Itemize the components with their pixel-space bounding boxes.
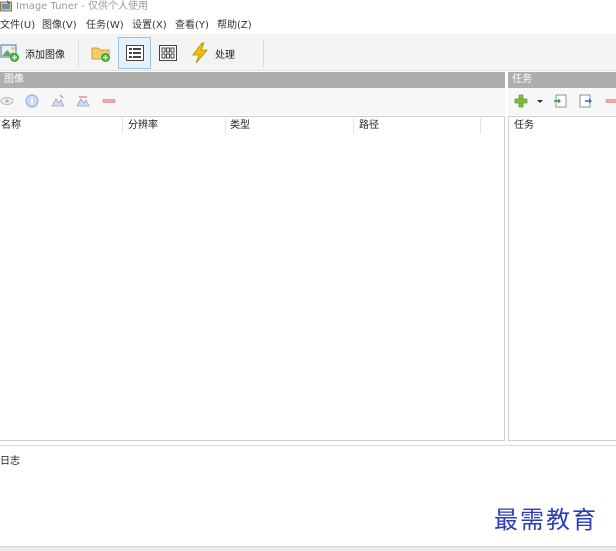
column-header-resolution[interactable]: 分辨率 xyxy=(128,117,158,135)
thumbnail-view-icon xyxy=(159,45,177,61)
app-icon xyxy=(0,0,12,12)
export-task-icon[interactable] xyxy=(579,94,593,108)
process-button[interactable]: 处理 xyxy=(190,37,250,69)
column-header-name[interactable]: 名称 xyxy=(1,117,21,135)
menu-help[interactable]: 帮助(Z) xyxy=(217,19,252,33)
import-task-icon[interactable] xyxy=(553,94,567,108)
info-icon[interactable] xyxy=(25,94,39,108)
column-header-type[interactable]: 类型 xyxy=(230,117,250,135)
column-header-path[interactable]: 路径 xyxy=(359,117,379,135)
menu-image[interactable]: 图像(V) xyxy=(42,19,77,33)
add-images-button[interactable]: 添加图像 xyxy=(0,37,70,69)
menu-file[interactable]: 文件(U) xyxy=(0,19,35,33)
images-panel-toolbar xyxy=(0,88,505,115)
menu-settings[interactable]: 设置(X) xyxy=(132,19,167,33)
column-header-task[interactable]: 任务 xyxy=(514,117,534,135)
menu-bar: 文件(U) 图像(V) 任务(W) 设置(X) 查看(Y) 帮助(Z) xyxy=(0,18,616,34)
process-label: 处理 xyxy=(215,49,235,61)
toolbar-divider xyxy=(263,39,264,67)
chevron-down-icon[interactable] xyxy=(535,94,545,108)
status-bar xyxy=(0,546,616,551)
add-image-icon xyxy=(0,44,19,62)
main-toolbar: 添加图像 处理 xyxy=(0,34,616,71)
menu-task[interactable]: 任务(W) xyxy=(86,19,124,33)
column-divider[interactable] xyxy=(225,118,226,134)
mountain-adjust-icon[interactable] xyxy=(76,94,90,108)
details-view-button[interactable] xyxy=(118,37,151,69)
tasks-panel-toolbar xyxy=(508,88,616,115)
column-divider[interactable] xyxy=(353,118,354,134)
add-images-label: 添加图像 xyxy=(25,49,65,61)
preview-eye-icon[interactable] xyxy=(0,94,14,108)
images-panel-header: 图像 xyxy=(0,72,505,88)
mountain-edit-icon[interactable] xyxy=(51,94,65,108)
lightning-icon xyxy=(192,42,208,64)
column-divider[interactable] xyxy=(480,118,481,134)
remove-task-icon[interactable] xyxy=(605,94,616,108)
toolbar-divider xyxy=(78,39,79,67)
add-folder-button[interactable] xyxy=(88,37,114,69)
log-label: 日志 xyxy=(0,456,20,467)
window-title: Image Tuner - 仅供个人使用 xyxy=(16,1,148,12)
images-panel-title: 图像 xyxy=(4,74,24,85)
add-folder-icon xyxy=(91,47,110,62)
tasks-panel-title: 任务 xyxy=(512,74,532,85)
thumbnail-view-button[interactable] xyxy=(156,37,180,69)
menu-view[interactable]: 查看(Y) xyxy=(175,19,209,33)
remove-icon[interactable] xyxy=(102,94,116,108)
details-view-icon xyxy=(125,45,144,61)
add-task-icon[interactable] xyxy=(514,94,528,108)
images-list[interactable]: 名称 分辨率 类型 路径 xyxy=(0,116,505,441)
column-divider[interactable] xyxy=(122,118,123,134)
tasks-list[interactable]: 任务 xyxy=(508,116,616,441)
title-bar: Image Tuner - 仅供个人使用 xyxy=(0,0,616,14)
watermark-text: 最需教育 xyxy=(494,506,598,534)
tasks-panel-header: 任务 xyxy=(508,72,616,88)
